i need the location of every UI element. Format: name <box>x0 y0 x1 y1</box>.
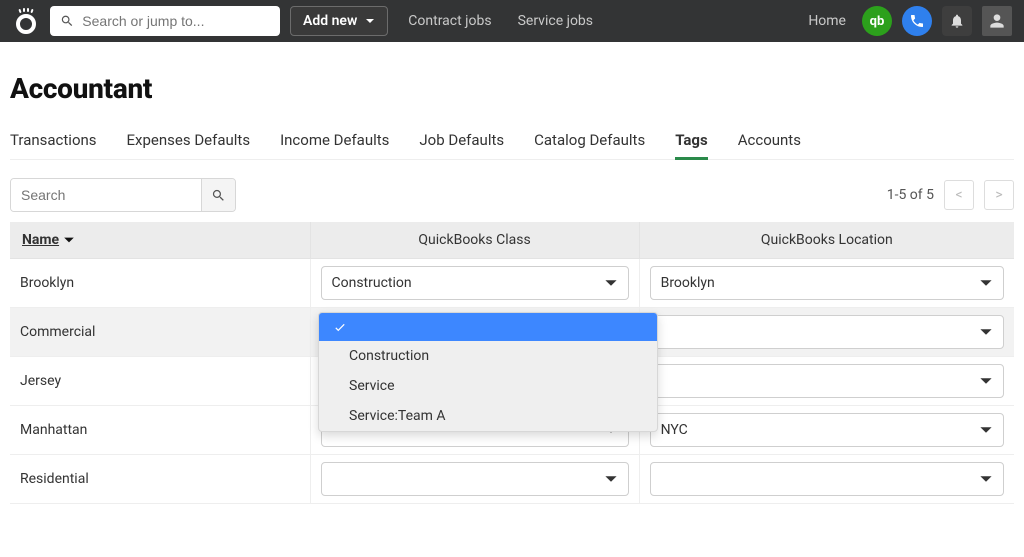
add-new-button[interactable]: Add new <box>290 6 388 36</box>
add-new-label: Add new <box>303 13 357 29</box>
search-icon <box>60 13 74 29</box>
class-dropdown: Construction Service Service:Team A <box>318 312 658 432</box>
select-value: NYC <box>661 422 688 438</box>
check-icon <box>333 320 347 334</box>
location-select[interactable] <box>650 462 1004 496</box>
col-header-class: QuickBooks Class <box>310 222 639 259</box>
col-header-location: QuickBooks Location <box>639 222 1014 259</box>
location-select[interactable]: Brooklyn <box>650 266 1004 300</box>
search-icon <box>211 188 226 203</box>
chevron-down-icon <box>604 276 618 290</box>
chevron-down-icon <box>979 472 993 486</box>
chevron-down-icon <box>979 276 993 290</box>
table-search <box>10 178 236 212</box>
caret-down-icon <box>365 16 375 26</box>
col-header-name-label: Name <box>22 232 59 248</box>
chevron-down-icon <box>604 472 618 486</box>
class-select[interactable] <box>321 462 629 496</box>
chevron-down-icon <box>63 234 75 246</box>
location-select[interactable] <box>650 315 1004 349</box>
notifications-button[interactable] <box>942 6 972 36</box>
select-value: Brooklyn <box>661 275 715 291</box>
pager: 1-5 of 5 < > <box>887 180 1014 210</box>
user-avatar[interactable] <box>982 6 1012 36</box>
chevron-down-icon <box>979 423 993 437</box>
tab-transactions[interactable]: Transactions <box>10 131 97 159</box>
pager-summary: 1-5 of 5 <box>887 187 934 203</box>
dropdown-option-construction[interactable]: Construction <box>319 341 657 371</box>
location-select[interactable]: NYC <box>650 413 1004 447</box>
cell-name: Commercial <box>10 308 310 357</box>
tab-catalog-defaults[interactable]: Catalog Defaults <box>534 131 645 159</box>
tab-tags[interactable]: Tags <box>675 131 708 159</box>
phone-icon[interactable] <box>902 6 932 36</box>
cell-name: Manhattan <box>10 406 310 455</box>
location-select[interactable] <box>650 364 1004 398</box>
table-row: Residential <box>10 455 1014 504</box>
select-value: Construction <box>332 275 412 291</box>
col-header-name[interactable]: Name <box>22 232 75 248</box>
quickbooks-icon[interactable]: qb <box>862 6 892 36</box>
tabs: Transactions Expenses Defaults Income De… <box>10 131 1014 160</box>
topbar: Add new Contract jobs Service jobs Home … <box>0 0 1024 42</box>
pager-prev[interactable]: < <box>944 180 974 210</box>
tab-expenses-defaults[interactable]: Expenses Defaults <box>127 131 251 159</box>
user-icon <box>987 11 1007 31</box>
pager-next[interactable]: > <box>984 180 1014 210</box>
table-search-button[interactable] <box>201 179 235 211</box>
tab-job-defaults[interactable]: Job Defaults <box>419 131 504 159</box>
cell-name: Brooklyn <box>10 259 310 308</box>
app-logo[interactable] <box>12 7 40 35</box>
nav-service-jobs[interactable]: Service jobs <box>518 13 593 29</box>
tab-income-defaults[interactable]: Income Defaults <box>280 131 389 159</box>
global-search[interactable] <box>50 6 280 36</box>
cell-name: Jersey <box>10 357 310 406</box>
dropdown-option-empty[interactable] <box>319 313 657 341</box>
tab-accounts[interactable]: Accounts <box>738 131 801 159</box>
nav-contract-jobs[interactable]: Contract jobs <box>408 13 491 29</box>
class-select[interactable]: Construction <box>321 266 629 300</box>
global-search-input[interactable] <box>82 13 270 29</box>
chevron-down-icon <box>979 325 993 339</box>
chevron-down-icon <box>979 374 993 388</box>
dropdown-option-service[interactable]: Service <box>319 371 657 401</box>
cell-name: Residential <box>10 455 310 504</box>
table-row: Brooklyn Construction Brooklyn <box>10 259 1014 308</box>
bell-icon <box>949 13 965 29</box>
page-title: Accountant <box>10 72 1014 105</box>
table-search-input[interactable] <box>11 179 201 211</box>
nav-home[interactable]: Home <box>808 13 846 29</box>
dropdown-option-service-team-a[interactable]: Service:Team A <box>319 401 657 431</box>
